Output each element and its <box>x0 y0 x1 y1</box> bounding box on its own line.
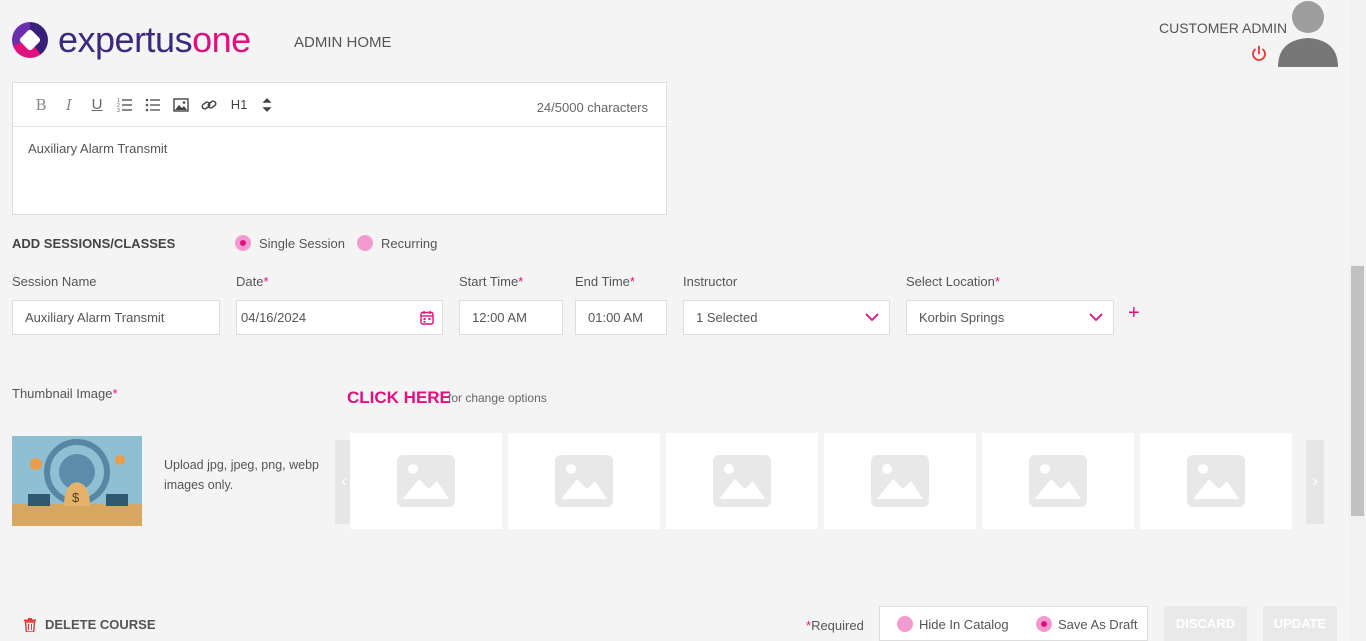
session-name-label: Session Name <box>12 274 97 289</box>
ordered-list-button[interactable]: 123 <box>111 93 139 117</box>
underline-icon: U <box>91 96 103 113</box>
nav-admin-home[interactable]: ADMIN HOME <box>294 34 392 51</box>
insert-link-button[interactable] <box>195 93 223 117</box>
checkbox-unchecked-icon <box>897 616 913 632</box>
chevron-down-icon <box>865 313 879 322</box>
end-time-input[interactable]: 01:00 AM <box>575 300 667 335</box>
gallery-image-option[interactable] <box>508 433 660 529</box>
session-name-input[interactable]: Auxiliary Alarm Transmit <box>12 300 220 335</box>
scrollbar-thumb[interactable] <box>1351 266 1364 516</box>
location-label: Select Location* <box>906 274 1000 289</box>
save-as-draft-toggle[interactable]: Save As Draft <box>1036 616 1137 632</box>
logo-mark-icon <box>12 22 48 58</box>
radio-selected-icon <box>235 235 251 251</box>
insert-image-button[interactable] <box>167 93 195 117</box>
carousel-next-button[interactable]: › <box>1306 440 1324 524</box>
gallery-image-option[interactable] <box>350 433 502 529</box>
image-placeholder-icon <box>555 455 613 507</box>
image-placeholder-icon <box>871 455 929 507</box>
image-placeholder-icon <box>397 455 455 507</box>
publish-options: Hide In Catalog Save As Draft <box>879 606 1148 641</box>
user-role-label: CUSTOMER ADMIN <box>1159 20 1288 36</box>
change-options-text: for change options <box>448 391 547 405</box>
sessions-section-title: ADD SESSIONS/CLASSES <box>12 236 176 251</box>
trash-icon <box>24 617 36 632</box>
hide-in-catalog-toggle[interactable]: Hide In Catalog <box>897 616 1009 632</box>
add-session-button[interactable]: + <box>1128 302 1140 325</box>
delete-course-button[interactable]: DELETE COURSE <box>24 617 156 632</box>
single-session-radio[interactable]: Single Session <box>235 235 345 251</box>
character-count: 24/5000 characters <box>536 100 648 115</box>
image-placeholder-icon <box>1029 455 1087 507</box>
calendar-icon[interactable] <box>420 310 434 325</box>
radio-unselected-icon <box>357 235 373 251</box>
image-placeholder-icon <box>1187 455 1245 507</box>
heading-select[interactable]: H1 <box>227 93 251 117</box>
instructor-select[interactable]: 1 Selected <box>683 300 890 335</box>
editor-toolbar: B I U 123 H1 24/5000 characters <box>13 83 666 127</box>
editor-content[interactable]: Auxiliary Alarm Transmit <box>13 127 666 170</box>
click-here-link[interactable]: CLICK HERE <box>347 388 451 408</box>
italic-icon: I <box>66 95 72 114</box>
bullet-list-icon <box>145 98 160 111</box>
bold-button[interactable]: B <box>27 93 55 117</box>
required-note: *Required <box>806 618 864 633</box>
instructor-label: Instructor <box>683 274 738 289</box>
image-icon <box>173 97 189 112</box>
italic-button[interactable]: I <box>55 93 83 117</box>
chevron-right-icon: › <box>1312 473 1318 490</box>
thumbnail-label: Thumbnail Image* <box>12 386 118 401</box>
brand-logo[interactable]: expertusone <box>12 22 251 58</box>
chevron-down-icon <box>1089 313 1103 322</box>
start-time-input[interactable]: 12:00 AM <box>459 300 563 335</box>
svg-text:3: 3 <box>117 108 120 113</box>
date-label: Date* <box>236 274 269 289</box>
underline-button[interactable]: U <box>83 93 111 117</box>
ordered-list-icon: 123 <box>117 98 132 113</box>
discard-button[interactable]: DISCARD <box>1164 606 1247 641</box>
avatar[interactable] <box>1277 0 1339 68</box>
location-select[interactable]: Korbin Springs <box>906 300 1114 335</box>
checkbox-checked-icon <box>1036 616 1052 632</box>
description-editor: B I U 123 H1 24/5000 characters Auxiliar… <box>12 82 667 215</box>
bold-icon: B <box>35 95 47 114</box>
image-placeholder-icon <box>713 455 771 507</box>
gallery-image-option[interactable] <box>666 433 818 529</box>
thumbnail-preview-image[interactable]: $ <box>12 436 142 526</box>
end-time-label: End Time* <box>575 274 635 289</box>
gallery-image-option[interactable] <box>982 433 1134 529</box>
logo-text: expertusone <box>58 19 251 60</box>
gallery-image-option[interactable] <box>824 433 976 529</box>
recurring-radio[interactable]: Recurring <box>357 235 437 251</box>
chevron-left-icon: ‹ <box>341 473 347 490</box>
date-input[interactable]: 04/16/2024 <box>236 300 443 335</box>
upload-hint-text: Upload jpg, jpeg, png, webp images only. <box>164 458 319 492</box>
svg-text:$: $ <box>72 490 80 505</box>
update-button[interactable]: UPDATE <box>1263 606 1337 641</box>
start-time-label: Start Time* <box>459 274 524 289</box>
gallery-image-option[interactable] <box>1140 433 1292 529</box>
heading-select-arrows-icon[interactable] <box>261 93 273 117</box>
bullet-list-button[interactable] <box>139 93 167 117</box>
power-logout-icon[interactable] <box>1250 45 1268 63</box>
link-icon <box>201 99 217 110</box>
